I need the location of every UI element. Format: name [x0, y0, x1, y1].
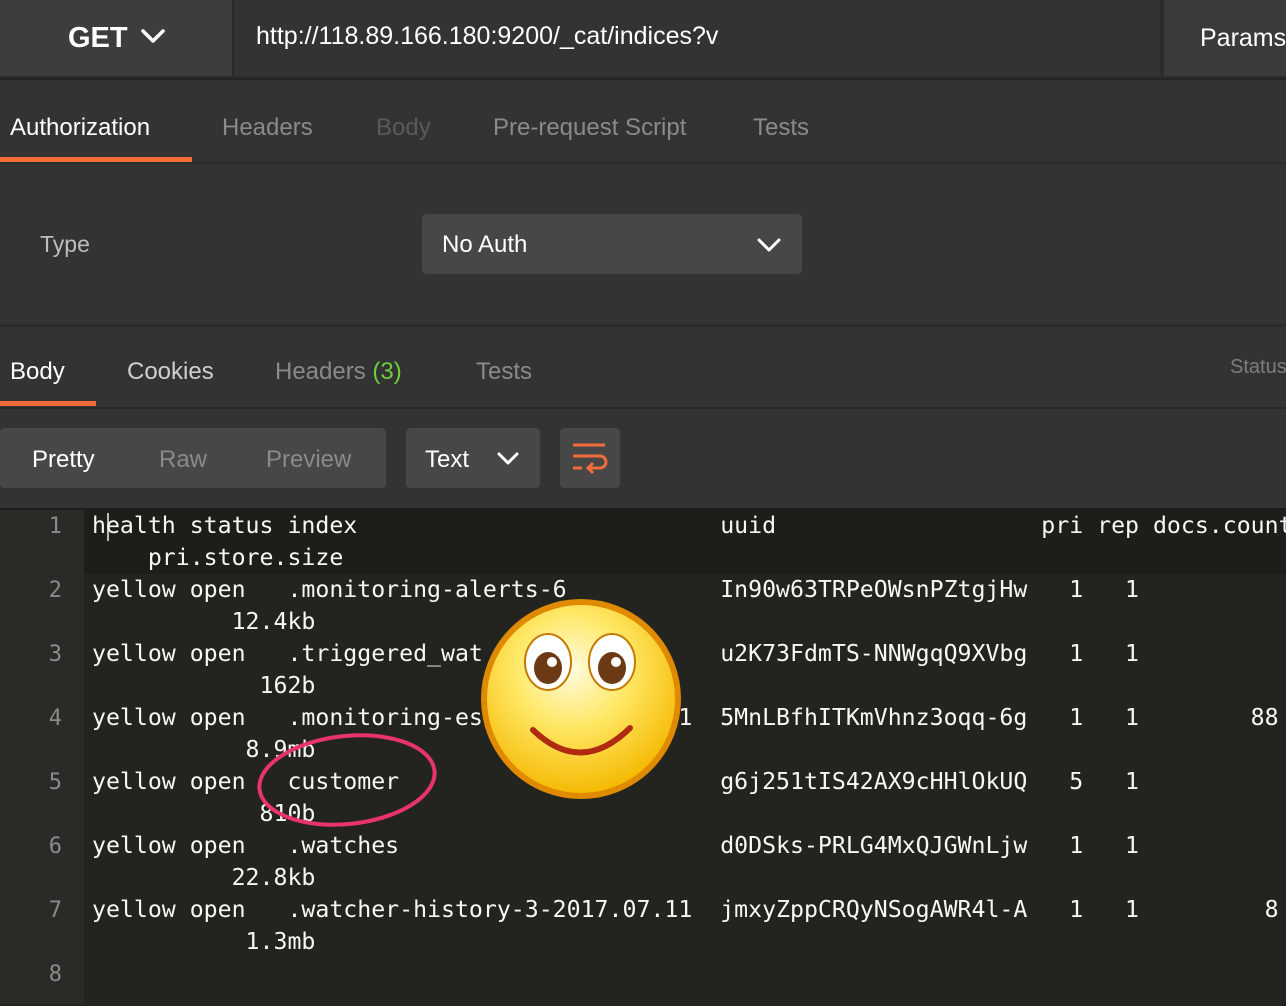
status-label: Status — [1230, 356, 1286, 378]
format-value: Text — [425, 446, 470, 473]
headers-count-badge: (3) — [372, 358, 402, 385]
active-tab-underline — [0, 157, 192, 162]
line-number: 4 — [48, 706, 62, 731]
tab-tests[interactable]: Tests — [753, 114, 809, 142]
code-line-wrap: 162b — [92, 672, 316, 699]
auth-type-value: No Auth — [442, 231, 528, 258]
method-label: GET — [68, 22, 128, 54]
tab-cookies[interactable]: Cookies — [127, 358, 214, 386]
tab-body[interactable]: Body — [376, 114, 431, 142]
view-pretty-button[interactable]: Pretty — [32, 446, 95, 474]
code-line: health status index uuid pri rep docs.co… — [92, 512, 1286, 539]
chevron-down-icon — [141, 29, 165, 43]
chevron-down-icon — [757, 238, 781, 252]
line-number: 7 — [48, 898, 62, 923]
auth-type-label: Type — [40, 231, 90, 257]
view-raw-button[interactable]: Raw — [159, 446, 207, 474]
line-number: 8 — [48, 962, 62, 987]
tab-response-tests[interactable]: Tests — [476, 358, 532, 386]
tab-authorization[interactable]: Authorization — [10, 114, 150, 142]
tab-response-body[interactable]: Body — [10, 358, 65, 386]
tab-pre-request-script[interactable]: Pre-request Script — [493, 114, 686, 142]
tab-headers[interactable]: Headers — [222, 114, 313, 142]
code-line-wrap: pri.store.size — [92, 544, 344, 571]
wrap-lines-icon — [573, 443, 608, 475]
url-text: http://118.89.166.180:9200/_cat/indices?… — [256, 22, 719, 50]
line-number: 1 — [48, 514, 62, 539]
line-number: 6 — [48, 834, 62, 859]
line-number: 2 — [48, 578, 62, 603]
params-label: Params — [1200, 24, 1286, 52]
code-line-wrap: 1.3mb — [92, 928, 316, 955]
code-line-wrap: 12.4kb — [92, 608, 316, 635]
annotation-circle — [257, 733, 437, 827]
line-number: 5 — [48, 770, 62, 795]
code-line: yellow open .monitoring-es 1 5MnLBfhITKm… — [92, 704, 1279, 731]
view-preview-button[interactable]: Preview — [266, 446, 351, 474]
tab-response-headers-label: Headers — [275, 358, 366, 385]
line-number: 3 — [48, 642, 62, 667]
active-tab-underline — [0, 401, 96, 406]
code-line-wrap: 22.8kb — [92, 864, 316, 891]
tab-response-headers[interactable]: Headers (3) — [275, 358, 402, 386]
smiley-face-icon — [481, 599, 681, 799]
code-line: yellow open .watches d0DSks-PRLG4MxQJGWn… — [92, 832, 1140, 859]
wrap-lines-button[interactable] — [560, 428, 620, 488]
chevron-down-icon — [497, 452, 519, 465]
code-line: yellow open .watcher-history-3-2017.07.1… — [92, 896, 1279, 923]
